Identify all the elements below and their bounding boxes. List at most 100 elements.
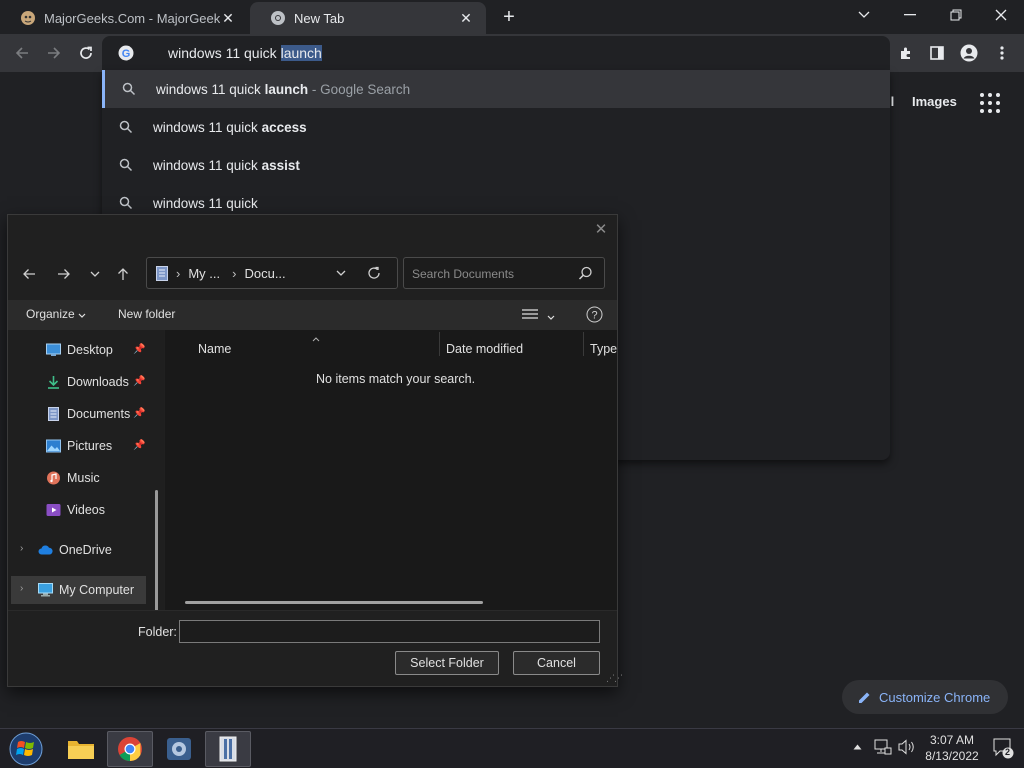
up-folder-icon[interactable] <box>112 263 134 285</box>
forward-icon[interactable] <box>42 41 66 65</box>
back-icon[interactable] <box>10 41 34 65</box>
search-documents-input[interactable] <box>412 265 572 283</box>
organize-label: Organize <box>26 307 75 321</box>
music-icon <box>47 471 60 485</box>
dialog-forward-icon[interactable] <box>53 263 75 285</box>
chevron-down-icon <box>78 313 86 318</box>
network-icon[interactable] <box>874 739 892 758</box>
close-tab-icon[interactable]: ✕ <box>458 10 474 26</box>
pin-icon: 📌 <box>133 376 146 387</box>
google-apps-icon[interactable] <box>980 93 1000 113</box>
taskbar-settings[interactable] <box>156 731 202 767</box>
show-hidden-icons-icon[interactable] <box>853 741 862 753</box>
suggestion-item[interactable]: windows 11 quick access <box>102 108 890 146</box>
suggestion-text: windows 11 quick <box>153 119 262 135</box>
search-documents-box[interactable] <box>403 257 605 289</box>
profile-icon[interactable] <box>958 42 980 64</box>
side-panel-icon[interactable] <box>926 42 948 64</box>
new-tab-button[interactable]: + <box>498 6 520 28</box>
close-tab-icon[interactable]: ✕ <box>220 10 236 26</box>
clock-date: 8/13/2022 <box>925 749 979 763</box>
view-options-button[interactable] <box>522 308 555 323</box>
omnibox[interactable]: G windows 11 quick launch <box>102 36 890 70</box>
select-folder-button[interactable]: Select Folder <box>395 651 499 675</box>
address-dropdown-icon[interactable] <box>336 270 346 276</box>
customize-chrome-label: Customize Chrome <box>879 689 991 705</box>
nav-item-onedrive[interactable]: › OneDrive <box>8 536 158 564</box>
tab-new-tab[interactable]: New Tab ✕ <box>250 2 486 34</box>
pin-icon: 📌 <box>133 440 146 451</box>
expand-chevron-icon[interactable]: › <box>20 583 23 594</box>
column-header-date-modified[interactable]: Date modified <box>446 336 523 362</box>
volume-icon[interactable] <box>898 739 916 758</box>
suggestion-item[interactable]: windows 11 quick assist <box>102 146 890 184</box>
tab-title: MajorGeeks.Com - MajorGeeks <box>44 10 220 26</box>
pin-icon: 📌 <box>133 344 146 355</box>
tab-search-dropdown-icon[interactable] <box>841 0 887 30</box>
resize-grip-icon[interactable]: ⋰⋰ <box>606 673 623 684</box>
search-icon <box>119 158 133 172</box>
taskbar-chrome[interactable] <box>107 731 153 767</box>
suggestion-item[interactable]: windows 11 quick launch - Google Search <box>102 70 890 108</box>
breadcrumb-separator-icon: › <box>176 265 181 281</box>
nav-item-desktop[interactable]: Desktop 📌 <box>8 336 158 364</box>
customize-chrome-button[interactable]: Customize Chrome <box>842 680 1008 714</box>
desktop-icon <box>46 343 61 356</box>
restore-icon[interactable] <box>933 0 979 30</box>
address-bar[interactable]: › My ... › Docu... <box>146 257 398 289</box>
view-list-icon <box>522 309 538 319</box>
nav-item-label: Downloads <box>67 375 129 389</box>
nav-item-my-computer[interactable]: › My Computer <box>11 576 146 604</box>
notifications-icon[interactable]: 2 <box>992 737 1014 762</box>
chrome-icon <box>118 737 142 761</box>
sort-ascending-icon <box>312 330 320 345</box>
nav-item-label: Videos <box>67 503 105 517</box>
tab-majorgeeks[interactable]: MajorGeeks.Com - MajorGeeks ✕ <box>0 2 248 34</box>
refresh-icon[interactable] <box>367 266 381 280</box>
dialog-back-icon[interactable] <box>18 263 40 285</box>
folder-input[interactable] <box>179 620 600 643</box>
nav-item-music[interactable]: Music <box>8 464 158 492</box>
taskbar-archive-app[interactable] <box>205 731 251 767</box>
download-icon <box>48 376 59 389</box>
images-link[interactable]: Images <box>912 94 957 109</box>
notification-count: 2 <box>1005 747 1011 757</box>
column-header-name[interactable]: Name <box>198 336 231 362</box>
suggestion-text: windows 11 quick <box>153 157 262 173</box>
reload-icon[interactable] <box>74 41 98 65</box>
nav-item-label: My Computer <box>59 583 135 597</box>
document-folder-icon <box>156 265 168 281</box>
column-separator[interactable] <box>439 332 440 356</box>
recent-locations-chevron-icon[interactable] <box>84 263 106 285</box>
cancel-button[interactable]: Cancel <box>513 651 600 675</box>
dialog-close-icon[interactable]: ✕ <box>593 221 609 238</box>
horizontal-scrollbar[interactable] <box>185 601 483 604</box>
nav-item-downloads[interactable]: Downloads 📌 <box>8 368 158 396</box>
column-header-type[interactable]: Type <box>590 336 617 362</box>
search-icon[interactable] <box>578 266 593 281</box>
nav-item-videos[interactable]: Videos <box>8 496 158 524</box>
omnibox-text[interactable]: windows 11 quick launch <box>168 45 322 61</box>
close-window-icon[interactable] <box>978 0 1024 30</box>
chrome-favicon-icon <box>271 11 285 25</box>
nav-item-documents[interactable]: Documents 📌 <box>8 400 158 428</box>
start-button[interactable] <box>6 732 46 766</box>
column-separator[interactable] <box>583 332 584 356</box>
breadcrumb-my-computer[interactable]: My ... <box>188 266 220 281</box>
suggestion-completion: launch <box>264 81 309 97</box>
help-icon[interactable]: ? <box>586 306 603 326</box>
breadcrumb-documents[interactable]: Docu... <box>244 266 285 281</box>
expand-chevron-icon[interactable]: › <box>20 543 23 554</box>
suggestion-source: - Google Search <box>308 81 411 97</box>
system-clock[interactable]: 3:07 AM 8/13/2022 <box>920 732 984 764</box>
nav-item-pictures[interactable]: Pictures 📌 <box>8 432 158 460</box>
organize-button[interactable]: Organize <box>26 307 86 321</box>
omnibox-typed: windows 11 quick <box>168 45 281 61</box>
dialog-footer: Folder: Select Folder Cancel <box>8 610 617 686</box>
minimize-icon[interactable] <box>887 0 933 30</box>
taskbar-file-explorer[interactable] <box>58 731 104 767</box>
svg-text:G: G <box>122 48 131 60</box>
extensions-icon[interactable] <box>895 42 917 64</box>
more-menu-icon[interactable] <box>991 42 1013 64</box>
new-folder-button[interactable]: New folder <box>118 307 175 321</box>
